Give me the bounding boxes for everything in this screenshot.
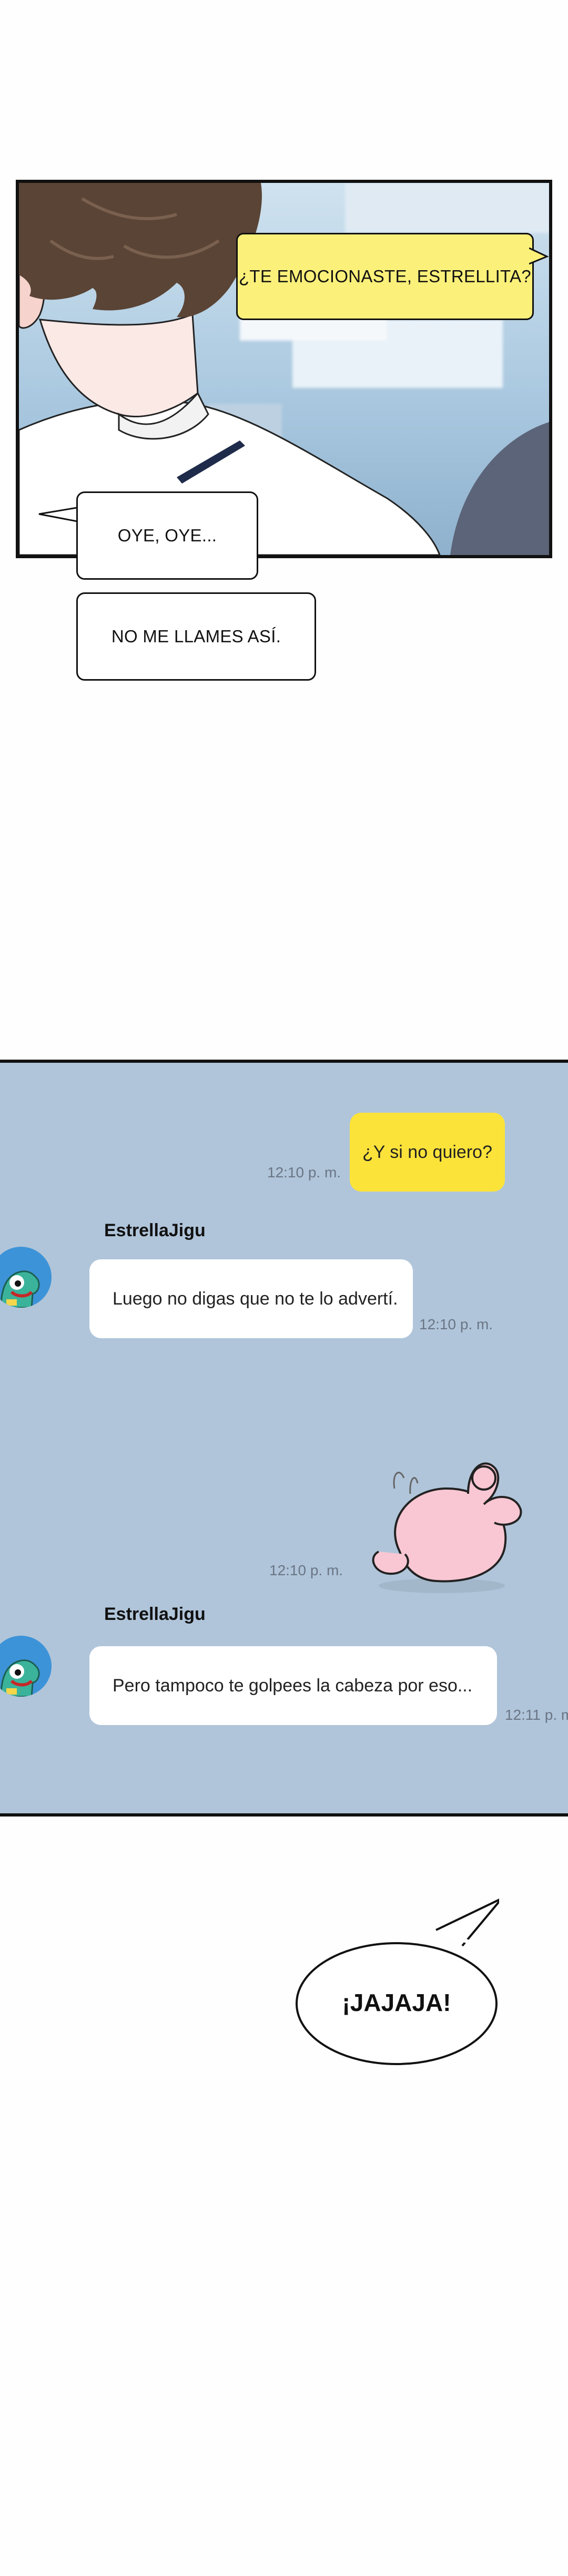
- message-time: 12:11 p. m.: [505, 1707, 568, 1723]
- their-message-text: Luego no digas que no te lo advertí.: [113, 1288, 398, 1309]
- caption-yellow-tail: [529, 247, 549, 265]
- hair: [19, 183, 262, 317]
- caption-oye: OYE, OYE...: [76, 491, 258, 580]
- chat-panel: ¿Y si no quiero? 12:10 p. m. EstrellaJig…: [0, 1060, 568, 1816]
- my-message-text: ¿Y si no quiero?: [362, 1142, 492, 1162]
- message-time: 12:10 p. m.: [419, 1316, 493, 1332]
- dinosaur-avatar-icon: [0, 1659, 40, 1697]
- my-message-bubble: ¿Y si no quiero?: [350, 1113, 505, 1192]
- sender-name: EstrellaJigu: [104, 1604, 206, 1624]
- caption-llames: NO ME LLAMES ASÍ.: [76, 592, 316, 681]
- speech-bubble-text: ¡JAJAJA!: [342, 1989, 451, 2016]
- jacket-shoulder: [450, 422, 549, 555]
- message-time: 12:10 p. m.: [269, 1562, 343, 1578]
- caption-yellow: ¿TE EMOCIONASTE, ESTRELLITA?: [236, 233, 534, 320]
- their-message-bubble: Pero tampoco te golpees la cabeza por es…: [89, 1646, 497, 1725]
- dinosaur-avatar-icon: [0, 1270, 40, 1308]
- speech-bubble: ¡JAJAJA!: [296, 1898, 499, 2065]
- their-message-bubble: Luego no digas que no te lo advertí.: [89, 1259, 413, 1338]
- avatar[interactable]: [0, 1247, 52, 1308]
- caption-llames-text: NO ME LLAMES ASÍ.: [111, 627, 281, 646]
- sender-name: EstrellaJigu: [104, 1220, 206, 1240]
- caption-yellow-text: ¿TE EMOCIONASTE, ESTRELLITA?: [238, 266, 532, 286]
- neck: [38, 313, 199, 417]
- pink-bunny-sticker-icon: [372, 1462, 522, 1593]
- message-time: 12:10 p. m.: [267, 1164, 341, 1181]
- avatar[interactable]: [0, 1636, 52, 1697]
- caption-oye-text: OYE, OYE...: [117, 526, 217, 545]
- their-message-text: Pero tampoco te golpees la cabeza por es…: [113, 1675, 473, 1696]
